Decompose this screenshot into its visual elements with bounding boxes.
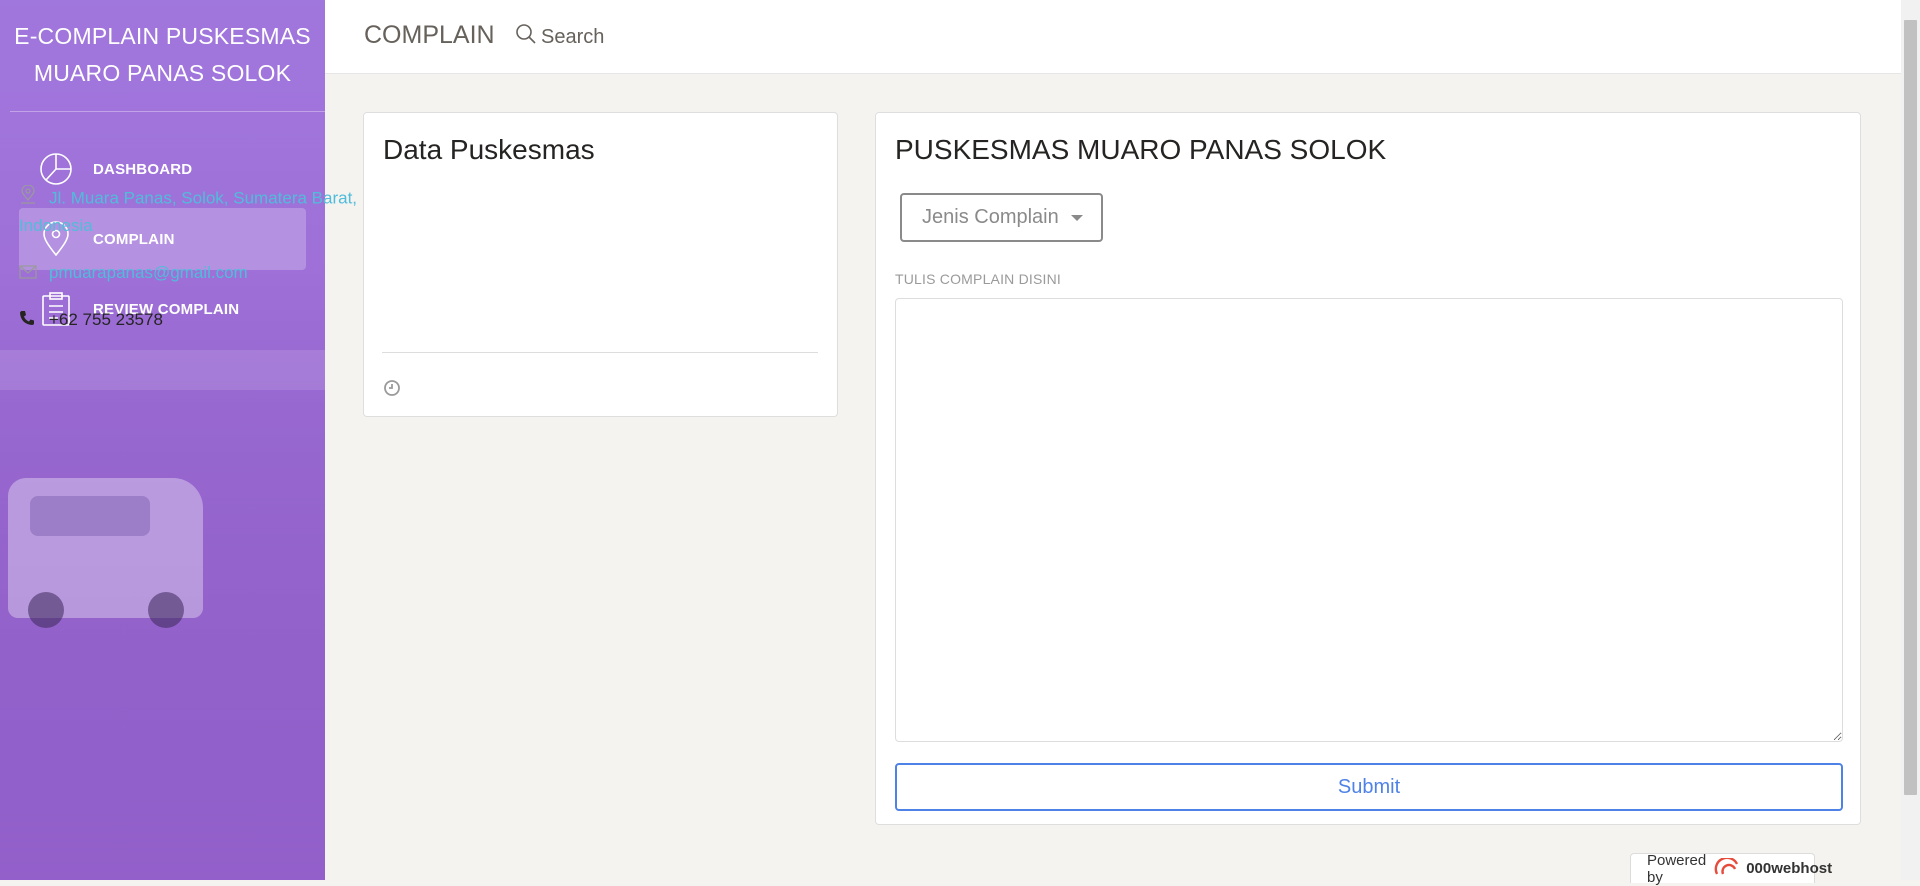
brand-line-2: MUARO PANAS SOLOK [33,60,292,86]
textarea-label: TULIS COMPLAIN DISINI [895,271,1062,287]
puskesmas-info-card: Data Puskesmas [363,112,838,417]
sidebar-item-label: DASHBOARD [93,160,193,178]
sidebar: E-COMPLAIN PUSKESMAS MUARO PANAS SOLOK D… [0,0,325,880]
phone-icon [19,308,41,334]
search-button[interactable]: Search [515,23,604,51]
address-row: Jl. Muara Panas, Solok, Sumatera Barat, … [19,184,409,239]
webhost-logo-icon [1714,856,1740,880]
complain-form-card: PUSKESMAS MUARO PANAS SOLOK Jenis Compla… [875,112,1861,825]
brand-line-1: E-COMPLAIN PUSKESMAS [14,23,311,49]
form-title: PUSKESMAS MUARO PANAS SOLOK [895,134,1387,165]
complain-type-dropdown[interactable]: Jenis Complain [900,193,1103,242]
email-row: pmuarapanas@gmail.com [19,260,248,287]
address-text[interactable]: Jl. Muara Panas, Solok, Sumatera Barat, … [19,188,357,235]
search-icon [515,23,541,51]
dropdown-label: Jenis Complain [922,206,1059,228]
caret-down-icon [1070,214,1083,221]
powered-by-badge[interactable]: Powered by 000webhost [1630,851,1832,886]
submit-button[interactable]: Submit [895,763,1843,811]
complain-textarea[interactable] [895,298,1843,742]
pie-chart-icon [39,150,73,188]
webhost-brand: 000webhost [1746,860,1833,877]
background-photo-vehicle [8,478,203,628]
divider [382,352,818,353]
phone-row: +62 755 23578 [19,307,163,334]
top-navbar: COMPLAIN Search [325,0,1901,74]
clock-icon [383,379,401,402]
card-title: Data Puskesmas [383,134,595,165]
location-icon [19,184,41,213]
envelope-icon [19,261,41,287]
page-scrollbar[interactable] [1901,0,1920,880]
phone-text: +62 755 23578 [49,310,163,329]
brand-title[interactable]: E-COMPLAIN PUSKESMAS MUARO PANAS SOLOK [0,0,325,112]
search-label: Search [541,25,605,48]
email-link[interactable]: pmuarapanas@gmail.com [49,263,248,282]
background-photo [0,350,325,390]
powered-by-text: Powered by [1647,851,1707,886]
scrollbar-thumb[interactable] [1904,20,1917,795]
brand-divider [10,111,325,112]
page-title: COMPLAIN [364,21,495,49]
